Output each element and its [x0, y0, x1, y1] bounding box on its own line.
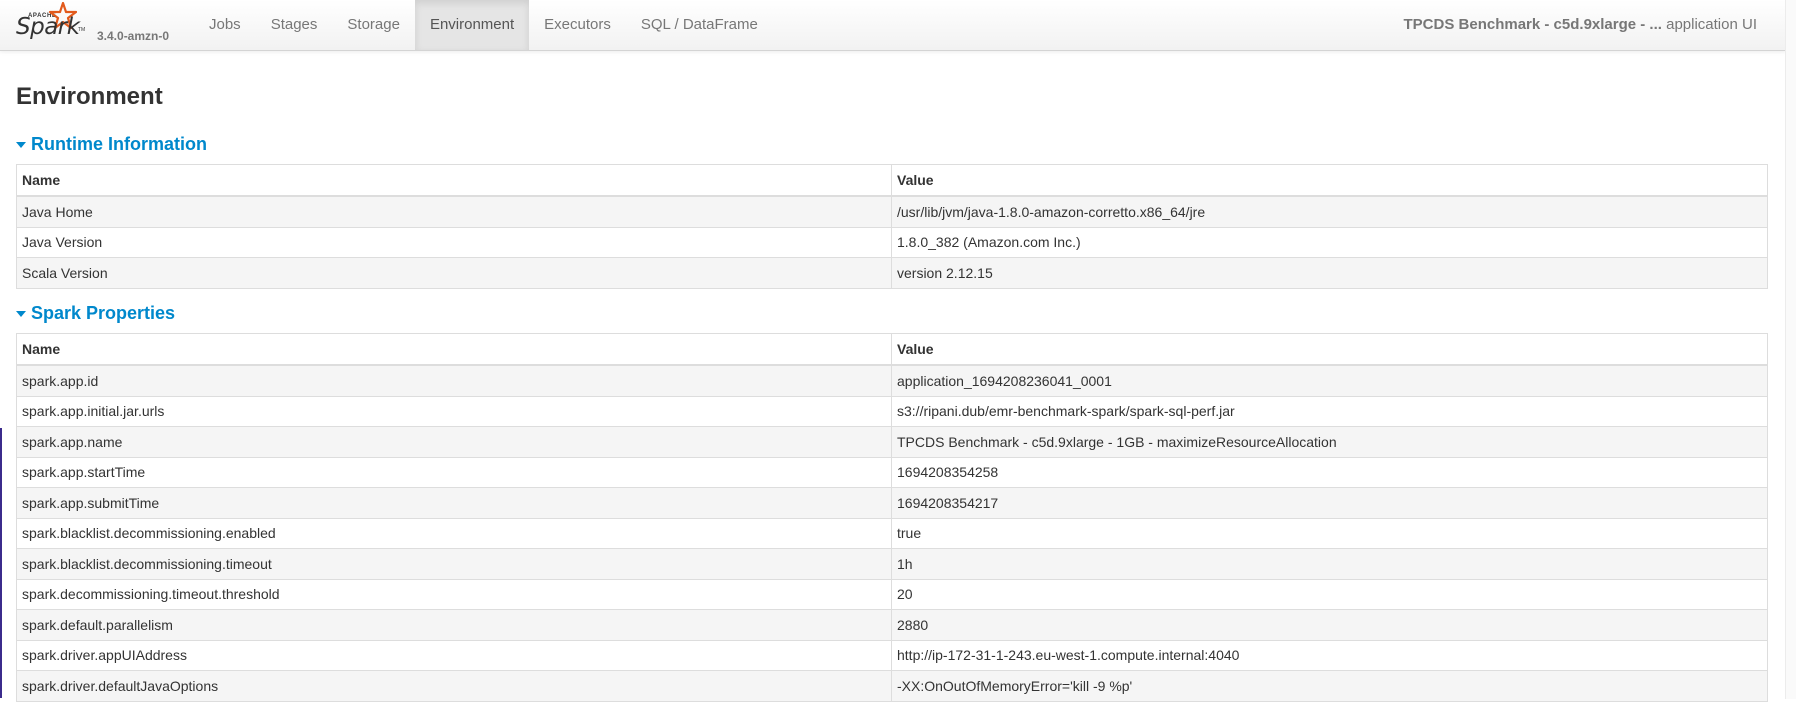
table-row: spark.decommissioning.timeout.threshold …	[16, 578, 1768, 610]
property-value: 1.8.0_382 (Amazon.com Inc.)	[891, 226, 1768, 258]
spark-properties-toggle[interactable]: Spark Properties	[16, 301, 175, 325]
runtime-information-table: Name Value Java Home /usr/lib/jvm/java-1…	[16, 164, 1768, 289]
property-value: 2880	[891, 609, 1768, 641]
app-suffix: application UI	[1666, 16, 1757, 33]
logo-spark-text: Spark	[16, 14, 80, 40]
runtime-information-toggle[interactable]: Runtime Information	[16, 132, 207, 156]
table-row: spark.driver.appUIAddress http://ip-172-…	[16, 639, 1768, 671]
tab-storage[interactable]: Storage	[332, 0, 415, 50]
collapse-arrow-icon	[16, 311, 26, 317]
table-row: spark.driver.defaultJavaOptions -XX:OnOu…	[16, 670, 1768, 702]
tab-jobs[interactable]: Jobs	[194, 0, 256, 50]
property-value: http://ip-172-31-1-243.eu-west-1.compute…	[891, 639, 1768, 671]
property-value: TPCDS Benchmark - c5d.9xlarge - 1GB - ma…	[891, 426, 1768, 458]
table-row: spark.app.name TPCDS Benchmark - c5d.9xl…	[16, 426, 1768, 458]
logo-tm: TM	[78, 27, 86, 33]
property-value: 20	[891, 578, 1768, 610]
property-value: 1694208354217	[891, 487, 1768, 519]
property-name: spark.app.name	[16, 426, 892, 458]
property-name: spark.app.submitTime	[16, 487, 892, 519]
app-name: TPCDS Benchmark - c5d.9xlarge - ...	[1403, 16, 1662, 33]
column-header-value[interactable]: Value	[891, 333, 1768, 366]
table-row: spark.app.initial.jar.urls s3://ripani.d…	[16, 395, 1768, 427]
tab-environment[interactable]: Environment	[414, 0, 530, 50]
property-value: true	[891, 517, 1768, 549]
window-edge-marker	[0, 428, 2, 698]
property-name: spark.app.initial.jar.urls	[16, 395, 892, 427]
application-title: TPCDS Benchmark - c5d.9xlarge - ... appl…	[1404, 0, 1757, 50]
tab-sql-dataframe[interactable]: SQL / DataFrame	[626, 0, 773, 50]
top-navbar: APACHE Spark TM 3.4.0-amzn-0 Jobs Stages…	[0, 0, 1786, 51]
collapse-arrow-icon	[16, 142, 26, 148]
table-row: spark.app.startTime 1694208354258	[16, 456, 1768, 488]
column-header-name[interactable]: Name	[16, 164, 892, 197]
column-header-value[interactable]: Value	[891, 164, 1768, 197]
spark-version: 3.4.0-amzn-0	[97, 29, 170, 43]
property-value: /usr/lib/jvm/java-1.8.0-amazon-corretto.…	[891, 195, 1768, 228]
property-name: Java Version	[16, 226, 892, 258]
property-value: 1694208354258	[891, 456, 1768, 488]
table-row: spark.blacklist.decommissioning.enabled …	[16, 517, 1768, 549]
property-value: application_1694208236041_0001	[891, 364, 1768, 397]
runtime-information-heading: Runtime Information	[31, 134, 207, 154]
tab-stages[interactable]: Stages	[256, 0, 333, 50]
table-row: Java Version 1.8.0_382 (Amazon.com Inc.)	[16, 226, 1768, 258]
property-name: Java Home	[16, 195, 892, 228]
page-title: Environment	[16, 83, 163, 110]
table-row: Scala Version version 2.12.15	[16, 257, 1768, 289]
table-row: Java Home /usr/lib/jvm/java-1.8.0-amazon…	[16, 195, 1768, 228]
spark-properties-table: Name Value spark.app.id application_1694…	[16, 333, 1768, 702]
property-name: spark.default.parallelism	[16, 609, 892, 641]
table-row: spark.blacklist.decommissioning.timeout …	[16, 548, 1768, 580]
property-name: spark.driver.defaultJavaOptions	[16, 670, 892, 702]
table-row: spark.app.submitTime 1694208354217	[16, 487, 1768, 519]
property-name: spark.driver.appUIAddress	[16, 639, 892, 671]
property-name: spark.decommissioning.timeout.threshold	[16, 578, 892, 610]
tab-executors[interactable]: Executors	[529, 0, 626, 50]
property-name: spark.blacklist.decommissioning.timeout	[16, 548, 892, 580]
property-value: 1h	[891, 548, 1768, 580]
property-name: spark.app.startTime	[16, 456, 892, 488]
property-value: version 2.12.15	[891, 257, 1768, 289]
property-value: -XX:OnOutOfMemoryError='kill -9 %p'	[891, 670, 1768, 702]
nav-tabs: Jobs Stages Storage Environment Executor…	[194, 0, 773, 50]
table-row: spark.app.id application_1694208236041_0…	[16, 364, 1768, 397]
property-name: Scala Version	[16, 257, 892, 289]
property-value: s3://ripani.dub/emr-benchmark-spark/spar…	[891, 395, 1768, 427]
property-name: spark.app.id	[16, 364, 892, 397]
table-row: spark.default.parallelism 2880	[16, 609, 1768, 641]
spark-properties-heading: Spark Properties	[31, 303, 176, 323]
column-header-name[interactable]: Name	[16, 333, 892, 366]
vertical-scrollbar[interactable]	[1785, 0, 1796, 699]
property-name: spark.blacklist.decommissioning.enabled	[16, 517, 892, 549]
